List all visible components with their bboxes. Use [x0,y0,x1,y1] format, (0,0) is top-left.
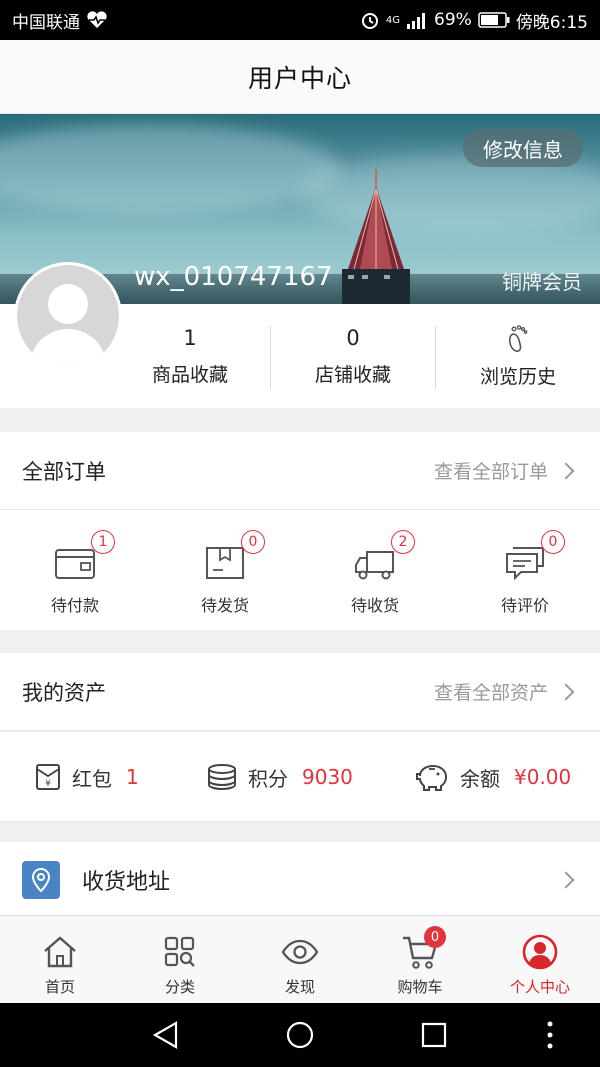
asset-label: 红包 [72,766,112,791]
asset-label: 积分 [248,766,288,791]
asset-value: 9030 [302,765,353,789]
divider [270,326,271,390]
chevron-right-icon [557,462,575,479]
assets-header[interactable]: 我的资产 查看全部资产 [0,653,600,731]
member-level: 铜牌会员 [502,270,582,294]
comment-icon [506,547,544,581]
clock: 傍晚6:15 [515,12,588,33]
tab-label: 个人中心 [509,978,570,996]
order-label: 待评价 [500,596,549,615]
divider [435,326,436,390]
avatar-head [48,284,88,324]
status-bar: 中国联通 4G 69% 傍晚6:15 [0,0,600,40]
order-status-row: 1 待付款 0 待发货 2 待收货 0 待评价 [0,510,600,630]
footprint-icon [508,324,528,352]
order-label: 待收货 [350,596,399,615]
piggy-bank-icon [416,764,448,791]
order-badge: 0 [541,530,565,554]
coins-icon [208,764,236,791]
edit-profile-button[interactable]: 修改信息 [463,129,583,167]
battery-icon [478,12,510,28]
asset-points[interactable]: 积分 9030 [206,732,353,822]
heart-rate-icon [87,11,107,28]
username: wx_010747167 [134,262,333,292]
view-all-orders-label: 查看全部订单 [433,461,548,483]
assets-row: ¥ 红包 1 积分 9030 余额 ¥0.00 [0,732,600,822]
tab-category[interactable]: 分类 [120,916,240,1004]
store-favorites-label: 店铺收藏 [314,363,391,386]
banner-cloud [0,124,340,214]
order-badge: 0 [241,530,265,554]
back-icon[interactable] [150,1019,182,1051]
package-icon [206,547,244,579]
orders-header[interactable]: 全部订单 查看全部订单 [0,432,600,510]
store-favorites[interactable]: 0 店铺收藏 [290,304,416,408]
order-badge: 1 [91,530,115,554]
store-favorites-count: 0 [346,325,360,350]
order-badge: 2 [391,530,415,554]
asset-balance[interactable]: 余额 ¥0.00 [414,732,571,822]
battery-percent: 69% [434,10,472,30]
location-pin-icon [22,861,60,899]
asset-label: 余额 [460,766,500,791]
tab-home[interactable]: 首页 [0,916,120,1004]
system-navigation-bar [0,1003,600,1067]
shipping-address-row[interactable]: 收货地址 [0,842,600,918]
wallet-icon [55,549,95,579]
svg-text:¥: ¥ [45,779,51,789]
avatar-body [29,329,107,367]
home-icon [44,936,76,968]
tab-user-center[interactable]: 个人中心 [480,916,600,1004]
assets-title: 我的资产 [22,680,106,705]
chevron-right-icon [557,683,575,700]
tab-label: 首页 [44,978,75,996]
tab-label: 购物车 [397,978,443,996]
order-pending-receipt[interactable]: 2 待收货 [300,510,450,630]
view-all-assets-label: 查看全部资产 [433,682,548,704]
header: 用户中心 [0,40,600,114]
product-favorites-count: 1 [183,325,197,350]
user-icon [522,934,558,970]
view-all-orders-link[interactable]: 查看全部订单 [434,457,578,484]
browse-history-label: 浏览历史 [479,365,556,388]
red-envelope-icon: ¥ [36,764,60,790]
banner-tower-image [342,169,410,304]
product-favorites-label: 商品收藏 [151,363,228,386]
shipping-address-label: 收货地址 [82,870,171,895]
cart-badge: 0 [424,926,446,948]
tab-label: 分类 [164,978,195,996]
truck-icon [355,551,394,580]
page-title: 用户中心 [247,63,352,93]
tab-cart[interactable]: 0 购物车 [360,916,480,1004]
order-pending-review[interactable]: 0 待评价 [450,510,600,630]
order-label: 待付款 [50,596,99,615]
order-label: 待发货 [200,596,249,615]
product-favorites[interactable]: 1 商品收藏 [130,304,250,408]
signal-icon [407,13,426,29]
asset-red-envelope[interactable]: ¥ 红包 1 [34,732,139,822]
more-options-icon[interactable] [534,1019,566,1051]
chevron-right-icon [557,871,575,889]
recents-icon[interactable] [418,1019,450,1051]
tab-discover[interactable]: 发现 [240,916,360,1004]
carrier-label: 中国联通 [12,12,80,33]
eye-icon [281,939,319,965]
order-pending-shipment[interactable]: 0 待发货 [150,510,300,630]
order-pending-payment[interactable]: 1 待付款 [0,510,150,630]
asset-value: 1 [126,765,139,789]
bottom-tab-bar: 首页 分类 发现 0 购物车 个人中心 [0,915,600,1003]
view-all-assets-link[interactable]: 查看全部资产 [434,678,578,705]
orders-title: 全部订单 [22,459,106,484]
home-button-icon[interactable] [284,1019,316,1051]
asset-value: ¥0.00 [514,765,572,789]
network-type: 4G [385,14,401,26]
tab-label: 发现 [284,978,315,996]
alarm-icon [361,13,378,29]
avatar[interactable] [14,262,122,370]
category-icon [164,936,195,967]
browse-history[interactable]: 浏览历史 [456,304,580,408]
